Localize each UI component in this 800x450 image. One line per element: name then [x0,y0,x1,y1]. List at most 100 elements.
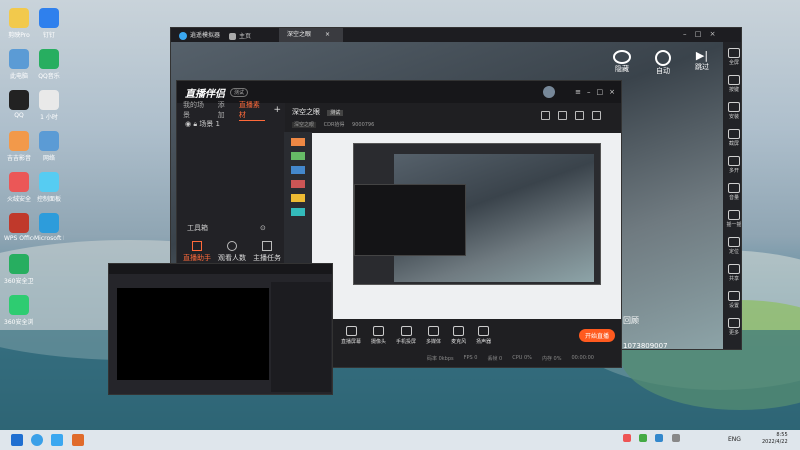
tool-icon [345,325,357,336]
start-icon[interactable] [11,434,23,446]
desktop-icon[interactable]: 360安全浏览器 [4,295,34,326]
tray-icon-3[interactable] [655,434,664,442]
tab-main[interactable]: 主页 [229,31,279,40]
add-scene-button[interactable]: + [273,105,281,115]
review-label[interactable]: 回顾 [623,315,639,326]
gift-icon[interactable] [541,111,550,120]
app-icon [39,90,59,110]
sidebar-icon [728,291,740,301]
emulator-task-icon[interactable] [51,434,64,446]
sidebar-icon [728,75,740,85]
lock-icon[interactable] [558,111,567,120]
obs-task-icon[interactable] [71,434,84,446]
app-icon [9,254,29,274]
lang-indicator[interactable]: ENG [728,436,741,443]
bottom-tool-button[interactable]: 直播屏幕 [341,325,361,345]
menu-icon[interactable]: ≡ [575,88,581,96]
desktop-icon[interactable]: 剪映Pro [4,8,34,39]
bottom-tool-button[interactable]: 摄像头 [371,325,386,345]
sidebar-button[interactable]: 截屏 [723,129,741,147]
bottom-tool-button[interactable]: 扬声器 [476,325,491,345]
sidebar-icon [728,264,740,274]
browser-icon[interactable] [31,434,44,446]
app-icon [9,131,29,151]
desktop-icon[interactable]: WPS Office [4,213,34,242]
screen-icon[interactable] [575,111,584,120]
status-fps: FPS 0 [463,355,478,361]
minimize-icon[interactable]: – [683,30,687,38]
toolbox-label[interactable]: 工具箱 ⊙ [187,223,266,233]
bottom-tool-button[interactable]: 多媒体 [426,325,441,345]
tab-emulator-home[interactable]: 逍遥模拟器 [171,30,229,40]
scene-item[interactable]: ◉ 🔒︎ 场景 1 [177,117,285,131]
tray-icon-4[interactable] [671,434,680,442]
home-icon [229,32,236,40]
close-tab-icon[interactable]: × [325,31,330,38]
obs-tag: 测试 [230,87,249,97]
bottom-tool-button[interactable]: 手机投屏 [396,325,416,345]
stat-2: 9000796 [352,122,375,128]
desktop-icon[interactable]: 钉钉 [34,8,64,39]
desktop-icon[interactable]: 火绒安全 [4,172,34,203]
desktop-icon[interactable]: 网络 [34,131,64,162]
desktop-icon[interactable]: 控制面板 [34,172,64,203]
sidebar-button[interactable]: 摇一摇 [723,210,741,228]
sidebar-button[interactable]: 设置 [723,291,741,309]
tab-live-materials[interactable]: 直播素材 [238,100,266,121]
app-icon [39,213,59,233]
tasks-button[interactable]: 主播任务 [253,241,281,263]
bottom-tool-button[interactable]: 麦克风 [451,325,466,345]
maximize-icon[interactable]: □ [597,88,604,96]
desktop-icon[interactable]: 1 小时 [34,90,64,121]
sidebar-button[interactable]: 多开 [723,156,741,174]
skip-button[interactable]: ▶| 跳过 [695,50,709,80]
viewers-button[interactable]: 观看人数 [218,241,246,263]
user-icon [227,241,237,251]
sidebar-button[interactable]: 更多 [723,318,741,336]
sidebar-button[interactable]: 音量 [723,183,741,201]
hide-button[interactable]: 隐藏 [613,50,631,80]
desktop-icon[interactable]: Microsoft Edge [34,213,64,242]
small-obs-window [108,263,333,395]
eye-icon[interactable]: ◉ [185,120,191,128]
minimize-icon[interactable]: – [587,88,591,96]
desktop-icon[interactable]: QQ音乐 [34,49,64,80]
stat-1: CDR拾得 [323,122,345,128]
maximize-icon[interactable]: □ [695,30,702,38]
sidebar-button[interactable]: 安装 [723,102,741,120]
desktop-icon[interactable]: 360安全卫士 [4,254,34,285]
lock-icon[interactable]: 🔒︎ [193,120,197,128]
app-icon [9,90,29,110]
tray-icon-2[interactable] [639,434,648,442]
tray-icon-1[interactable] [623,434,631,442]
game-title: 深空之眼 [292,108,320,116]
tab-game[interactable]: 深空之眼 × [279,28,343,42]
app-icon [9,49,29,69]
assistant-icon [192,241,202,251]
clock[interactable]: 8:55 2022/4/22 [762,432,788,446]
sidebar-button[interactable]: 定位 [723,237,741,255]
close-icon[interactable]: × [609,88,615,96]
avatar[interactable] [543,86,556,98]
auto-button[interactable]: 自动 [655,50,671,80]
sidebar-button[interactable]: 全屏 [723,48,741,66]
tool-icon [400,325,412,336]
small-chat-panel [271,282,331,392]
bottom-left-buttons: 直播助手 观看人数 主播任务 [183,241,281,263]
sidebar-button[interactable]: 共享 [723,264,741,282]
share-icon[interactable] [592,111,601,120]
start-live-button[interactable]: 开始直播 [578,328,615,342]
taskbar: ENG 8:55 2022/4/22 [0,430,800,450]
sidebar-button[interactable]: 按键 [723,75,741,93]
desktop-icon[interactable]: QQ [4,90,34,119]
close-icon[interactable]: × [710,30,716,38]
sidebar-icon [728,318,740,328]
sidebar-icon [728,237,740,247]
play-icon [655,50,671,66]
desktop-icon[interactable]: 吉吉影音 [4,131,34,162]
preview-area[interactable] [285,133,621,319]
desktop-icon[interactable]: 此电脑 [4,49,34,80]
live-assistant-button[interactable]: 直播助手 [183,241,211,263]
bottom-toolbar: 直播屏幕 摄像头 手机投屏 多媒体 麦克风 扬声器 开始直播 [285,321,621,349]
sidebar-icon [728,183,740,193]
